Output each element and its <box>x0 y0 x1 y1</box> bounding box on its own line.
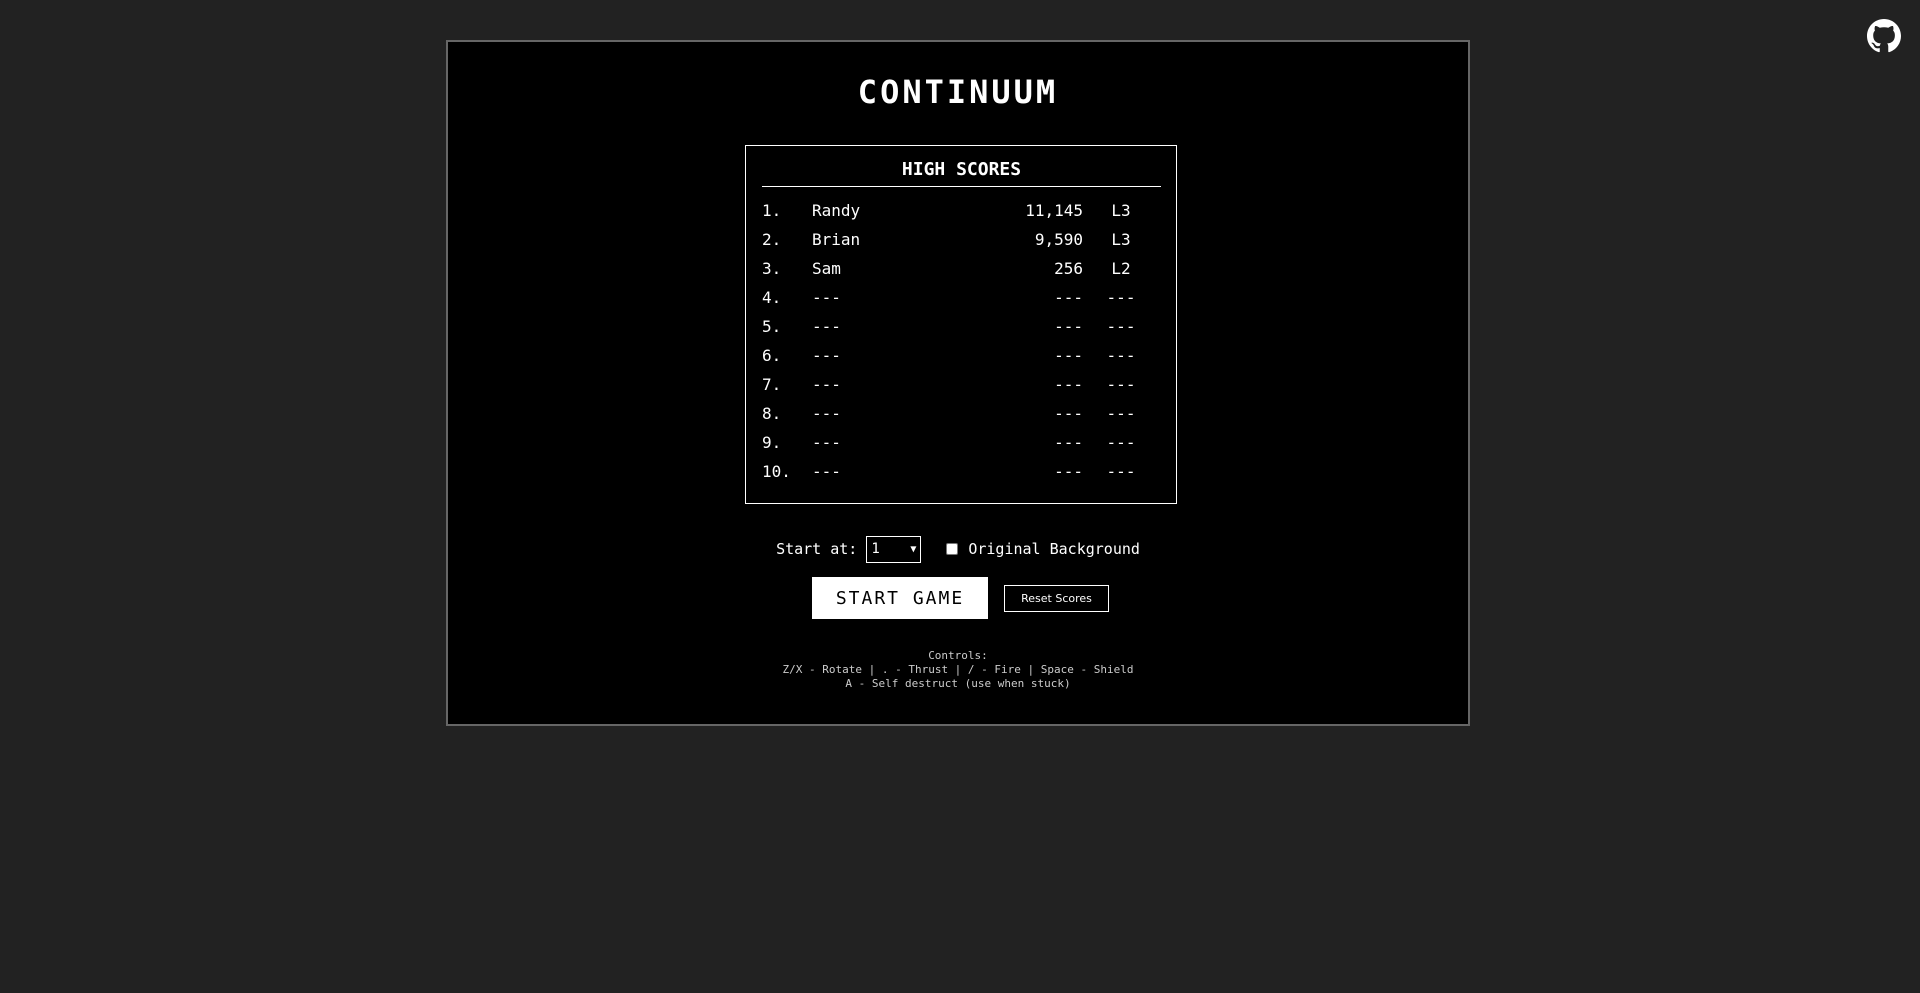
score-level: --- <box>1106 433 1136 452</box>
score-name: Brian <box>812 230 861 249</box>
start-game-button[interactable]: START GAME <box>811 576 989 620</box>
score-points: --- <box>1054 404 1083 423</box>
score-name: --- <box>812 317 841 336</box>
score-name: Sam <box>812 259 841 278</box>
controls-heading: Controls: <box>928 649 988 662</box>
score-row: 4. --- --- --- <box>762 288 1161 317</box>
score-rank: 8. <box>762 404 782 423</box>
game-title: CONTINUUM <box>857 73 1059 111</box>
score-level: L3 <box>1111 230 1131 249</box>
game-options: Start at: 1 ▼ Original Background <box>448 535 1468 563</box>
score-row: 3. Sam 256 L2 <box>762 259 1161 288</box>
score-name: --- <box>812 288 841 307</box>
score-points: --- <box>1054 317 1083 336</box>
score-points: --- <box>1054 346 1083 365</box>
score-row: 2. Brian 9,590 L3 <box>762 230 1161 259</box>
score-row: 1. Randy 11,145 L3 <box>762 201 1161 230</box>
score-level: L3 <box>1111 201 1131 220</box>
start-level-select[interactable]: 1 ▼ <box>866 535 922 563</box>
score-rank: 3. <box>762 259 782 278</box>
score-row: 9. --- --- --- <box>762 433 1161 462</box>
score-points: --- <box>1054 375 1083 394</box>
start-level-value: 1 <box>871 541 880 557</box>
score-rank: 7. <box>762 375 782 394</box>
score-rank: 6. <box>762 346 782 365</box>
controls-help: Controls: Z/X - Rotate | . - Thrust | / … <box>448 649 1468 691</box>
original-background-label[interactable]: Original Background <box>968 540 1140 558</box>
controls-line-1: Z/X - Rotate | . - Thrust | / - Fire | S… <box>782 663 1134 676</box>
score-row: 8. --- --- --- <box>762 404 1161 433</box>
score-level: --- <box>1106 375 1136 394</box>
score-row: 7. --- --- --- <box>762 375 1161 404</box>
score-name: --- <box>812 375 841 394</box>
score-name: --- <box>812 433 841 452</box>
original-background-checkbox[interactable] <box>946 543 959 555</box>
score-level: --- <box>1106 288 1136 307</box>
score-points: 9,590 <box>1034 230 1083 249</box>
score-name: --- <box>812 404 841 423</box>
github-link[interactable] <box>1867 19 1901 53</box>
score-level: --- <box>1106 346 1136 365</box>
score-rank: 9. <box>762 433 782 452</box>
score-name: Randy <box>812 201 861 220</box>
score-rank: 10. <box>762 462 791 481</box>
high-scores-panel: HIGH SCORES 1. Randy 11,145 L3 2. Brian 9,590 L… <box>745 145 1177 504</box>
score-level: --- <box>1106 404 1136 423</box>
high-scores-list: 1. Randy 11,145 L3 2. Brian 9,590 L3 3. Sam 256 L2 4… <box>762 201 1161 491</box>
score-points: --- <box>1054 288 1083 307</box>
score-row: 10. --- --- --- <box>762 462 1161 491</box>
score-level: --- <box>1106 317 1136 336</box>
reset-scores-button[interactable]: Reset Scores <box>1004 585 1109 612</box>
game-panel: CONTINUUM HIGH SCORES 1. Randy 11,145 L3 2. B… <box>446 40 1470 726</box>
score-points: 11,145 <box>1025 201 1083 220</box>
start-level-label: Start at: <box>776 540 858 558</box>
score-name: --- <box>812 462 841 481</box>
github-icon <box>1867 19 1901 53</box>
score-row: 5. --- --- --- <box>762 317 1161 346</box>
score-level: --- <box>1106 462 1136 481</box>
score-points: 256 <box>1054 259 1083 278</box>
score-points: --- <box>1054 433 1083 452</box>
score-points: --- <box>1054 462 1083 481</box>
score-rank: 5. <box>762 317 782 336</box>
score-level: L2 <box>1111 259 1131 278</box>
high-scores-heading: HIGH SCORES <box>762 159 1161 187</box>
score-row: 6. --- --- --- <box>762 346 1161 375</box>
action-buttons: START GAME Reset Scores <box>448 576 1468 620</box>
chevron-down-icon: ▼ <box>910 543 917 555</box>
score-rank: 4. <box>762 288 782 307</box>
controls-line-2: A - Self destruct (use when stuck) <box>845 677 1071 690</box>
score-name: --- <box>812 346 841 365</box>
score-rank: 1. <box>762 201 782 220</box>
score-rank: 2. <box>762 230 782 249</box>
